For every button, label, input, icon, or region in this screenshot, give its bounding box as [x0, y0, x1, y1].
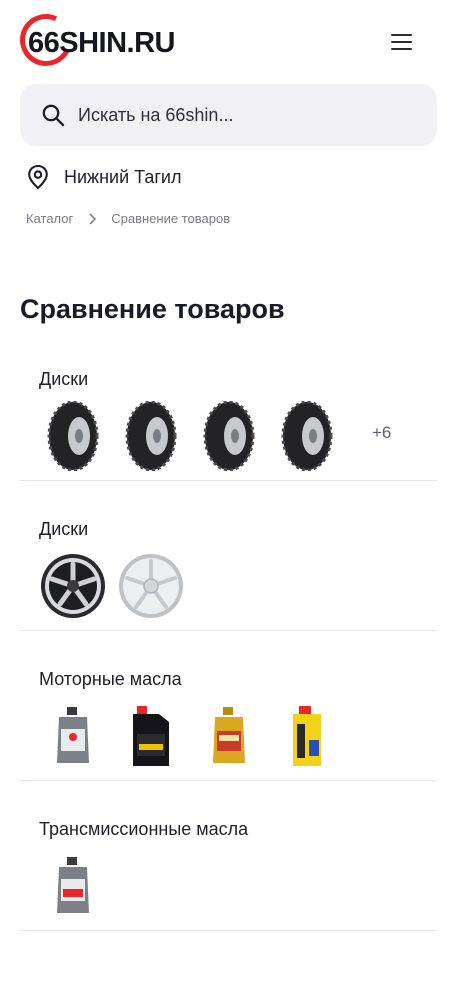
- product-thumbnails: [20, 701, 437, 771]
- oil-canister-icon: [133, 706, 169, 766]
- product-thumb[interactable]: [272, 701, 342, 771]
- hamburger-line: [391, 41, 412, 43]
- location-pin-icon: [28, 164, 48, 190]
- oil-bottle-gold-icon: [213, 707, 245, 763]
- product-thumb[interactable]: [194, 401, 264, 471]
- breadcrumb: Каталог Сравнение товаров: [26, 211, 230, 226]
- product-thumb[interactable]: [194, 701, 264, 771]
- header: 66SHIN.RU: [0, 0, 456, 80]
- product-thumbnails: [20, 851, 437, 921]
- product-thumb[interactable]: [116, 701, 186, 771]
- menu-button[interactable]: [388, 30, 416, 54]
- more-items-count[interactable]: +6: [372, 423, 391, 443]
- page-title: Сравнение товаров: [20, 294, 285, 324]
- hamburger-menu-icon: [391, 34, 412, 36]
- product-thumb[interactable]: [272, 401, 342, 471]
- tire-icon: [203, 401, 255, 471]
- group-title: Диски: [39, 519, 89, 539]
- oil-bottle-icon: [57, 707, 89, 763]
- tire-icon: [47, 401, 99, 471]
- tire-icon: [125, 401, 177, 471]
- wheel-rim-silver-icon: [119, 554, 183, 618]
- search-input[interactable]: [78, 98, 418, 132]
- product-thumbnails: +6: [20, 401, 437, 471]
- group-title: Трансмиссионные масла: [39, 819, 249, 839]
- oil-bottle-yellow-icon: [293, 706, 321, 766]
- product-thumb[interactable]: [38, 701, 108, 771]
- oil-bottle-icon: [57, 857, 89, 913]
- comparison-group-motor-oils[interactable]: Моторные масла: [20, 631, 437, 781]
- group-title: Моторные масла: [39, 669, 182, 689]
- product-thumb[interactable]: [116, 551, 186, 621]
- product-thumb[interactable]: [38, 551, 108, 621]
- site-logo[interactable]: 66SHIN.RU: [12, 6, 210, 74]
- logo-text: 66SHIN.RU: [28, 27, 176, 59]
- city-label: Нижний Тагил: [64, 166, 182, 187]
- chevron-right-icon: [89, 212, 97, 225]
- comparison-group-transmission-oils[interactable]: Трансмиссионные масла: [20, 781, 437, 931]
- wheel-rim-dark-icon: [41, 554, 105, 618]
- product-thumb[interactable]: [116, 401, 186, 471]
- search-bar[interactable]: [20, 84, 437, 146]
- breadcrumb-current: Сравнение товаров: [111, 211, 231, 226]
- city-selector[interactable]: Нижний Тагил: [26, 162, 181, 192]
- search-icon: [42, 104, 65, 127]
- group-title: Диски: [39, 369, 89, 389]
- product-thumbnails: [20, 551, 437, 621]
- comparison-group-disks-rims[interactable]: Диски: [20, 481, 437, 631]
- product-thumb[interactable]: [38, 851, 108, 921]
- comparison-group-disks-tires[interactable]: Диски +6: [20, 331, 437, 481]
- breadcrumb-catalog-link[interactable]: Каталог: [26, 211, 73, 226]
- product-thumb[interactable]: [38, 401, 108, 471]
- hamburger-line: [391, 48, 412, 50]
- tire-icon: [281, 401, 333, 471]
